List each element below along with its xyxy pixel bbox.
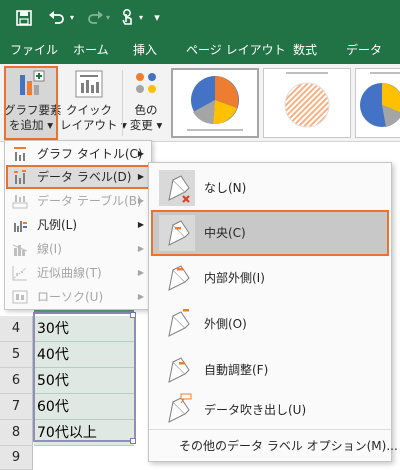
label-outside-end-icon <box>168 309 190 337</box>
up-down-bars-icon <box>12 290 28 304</box>
row-header[interactable]: 8 <box>0 420 33 446</box>
label-callout-icon <box>168 393 192 423</box>
tab-page-layout[interactable]: ページ レイアウト <box>186 36 286 64</box>
undo-icon[interactable] <box>46 6 68 30</box>
redo-icon[interactable] <box>84 6 106 30</box>
pie-style-thumbnail-1 <box>187 76 243 131</box>
add-element-label-2: を追加 ▾ <box>9 118 53 132</box>
lines-icon <box>12 244 28 256</box>
row-header[interactable]: 4 <box>0 316 33 342</box>
submenu-item-inside-end[interactable]: 内部外側(I) <box>151 255 389 301</box>
pie-style-thumbnail-3 <box>360 72 400 127</box>
row-header[interactable]: 9 <box>0 446 33 470</box>
redo-dropdown-icon[interactable]: ▾ <box>106 6 110 30</box>
ribbon-design: グラフ要素 を追加 ▾ クイック レイアウト ▾ 色の 変更 ▾ <box>0 64 400 142</box>
ribbon-separator <box>122 70 123 136</box>
tab-formulas[interactable]: 数式 <box>293 36 317 64</box>
tab-insert[interactable]: 挿入 <box>133 36 157 64</box>
quick-layout-button[interactable]: クイック レイアウト ▾ <box>60 66 127 140</box>
submenu-arrow-icon: ▶ <box>137 268 144 277</box>
submenu-arrow-icon: ▶ <box>137 196 144 205</box>
menu-item-up-down-bars[interactable]: ローソク(U) ▶ <box>6 285 150 309</box>
add-element-label-1: グラフ要素 <box>4 103 62 117</box>
menu-item-legend[interactable]: 凡例(L) ▶ <box>6 213 150 237</box>
tab-home[interactable]: ホーム <box>73 36 109 64</box>
chart-element-icon <box>20 70 45 95</box>
menu-item-trendline[interactable]: 近似曲線(T) ▶ <box>6 261 150 285</box>
customize-arrow-icon[interactable]: ▾ <box>150 6 164 30</box>
submenu-arrow-icon: ▶ <box>137 172 144 181</box>
add-chart-element-button[interactable]: グラフ要素 を追加 ▾ <box>4 66 62 140</box>
chart-style-2[interactable] <box>263 68 351 138</box>
row-header[interactable]: 6 <box>0 368 33 394</box>
submenu-arrow-icon: ▶ <box>137 244 144 253</box>
quick-layout-label-1: クイック <box>66 103 112 117</box>
table-cell[interactable]: 70代以上 <box>34 420 134 446</box>
submenu-arrow-icon: ▶ <box>137 220 144 229</box>
row-header[interactable]: 5 <box>0 342 33 368</box>
resize-handle[interactable] <box>130 438 136 444</box>
table-cell[interactable]: 40代 <box>34 342 134 368</box>
label-inside-end-icon <box>168 265 190 291</box>
submenu-item-none[interactable]: なし(N) <box>151 165 389 211</box>
row-header[interactable]: 7 <box>0 394 33 420</box>
table-cell[interactable]: 30代 <box>34 316 134 342</box>
ribbon-tabs: ファイル ホーム 挿入 ページ レイアウト 数式 データ <box>0 36 400 64</box>
more-data-label-options[interactable]: その他のデータ ラベル オプション(M)... <box>149 429 398 461</box>
label-best-fit-icon <box>168 357 190 383</box>
undo-dropdown-icon[interactable]: ▾ <box>70 6 74 30</box>
chart-title-icon <box>14 147 26 161</box>
change-colors-label-1: 色の <box>134 103 158 117</box>
tab-data[interactable]: データ <box>346 36 382 64</box>
menu-item-data-table[interactable]: データ テーブル(B) ▶ <box>6 189 150 213</box>
submenu-arrow-icon: ▶ <box>137 149 144 158</box>
resize-handle[interactable] <box>130 312 136 318</box>
chart-style-3[interactable] <box>355 68 400 138</box>
add-chart-element-menu: グラフ タイトル(C) ▶ データ ラベル(D) ▶ データ テーブル(B) ▶ <box>4 140 152 310</box>
chart-styles-gallery <box>165 68 400 138</box>
tab-file[interactable]: ファイル <box>10 36 58 64</box>
submenu-item-center[interactable]: 中央(C) <box>151 210 389 256</box>
menu-item-data-labels[interactable]: データ ラベル(D) ▶ <box>6 165 150 189</box>
data-labels-submenu: なし(N) 中央(C) 内部外側(I) 外側(O) 自動調整(F) データ吹き出… <box>148 162 398 462</box>
table-cell[interactable]: 50代 <box>34 368 134 394</box>
label-none-icon <box>159 170 195 206</box>
submenu-arrow-icon: ▶ <box>137 292 144 301</box>
legend-icon <box>14 221 27 232</box>
table-cell[interactable] <box>34 446 134 470</box>
color-palette-icon <box>136 73 156 93</box>
touch-mode-icon[interactable] <box>118 6 138 30</box>
trendline-icon <box>12 266 27 281</box>
menu-item-chart-title[interactable]: グラフ タイトル(C) ▶ <box>6 142 150 166</box>
chart-style-1[interactable] <box>171 68 259 138</box>
change-colors-label-2: 変更 ▾ <box>129 118 163 132</box>
data-labels-icon <box>14 170 26 184</box>
quick-layout-label-2: レイアウト ▾ <box>60 118 127 132</box>
submenu-item-outside-end[interactable]: 外側(O) <box>151 301 389 347</box>
menu-item-lines[interactable]: 線(I) ▶ <box>6 237 150 261</box>
change-colors-button[interactable]: 色の 変更 ▾ <box>126 66 166 140</box>
save-icon[interactable] <box>14 6 34 30</box>
pie-style-thumbnail-2 <box>284 72 330 128</box>
submenu-item-callout[interactable]: データ吹き出し(U) <box>151 387 389 433</box>
quick-access-toolbar: ▾ ▾ ▾ ▾ <box>0 0 400 36</box>
table-cell[interactable]: 60代 <box>34 394 134 420</box>
touch-dropdown-icon[interactable]: ▾ <box>139 6 143 30</box>
label-center-icon <box>159 215 195 251</box>
quick-layout-icon <box>75 70 103 98</box>
excel-window: ▾ ▾ ▾ ▾ ファイル ホーム 挿入 ページ レイアウト 数式 データ グラフ… <box>0 0 400 470</box>
data-table-icon <box>12 195 28 209</box>
